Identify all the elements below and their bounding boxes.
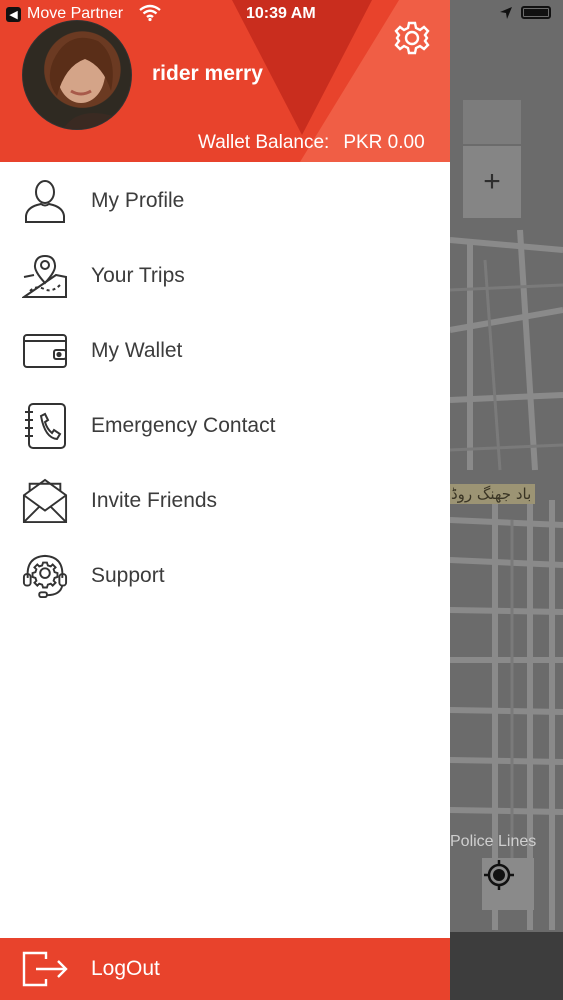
wallet-icon [22,327,68,375]
avatar-photo [49,37,123,129]
map-control-top [463,100,521,144]
zoom-in-button[interactable]: + [463,146,521,218]
place-label: Police Lines [450,833,537,850]
logout-label: LogOut [91,957,160,980]
location-arrow-icon [500,7,512,19]
menu-item-emergency-contact[interactable]: Emergency Contact [0,388,450,463]
wallet-balance: Wallet Balance: PKR 0.00 [198,132,425,154]
menu-item-label: My Wallet [91,338,183,362]
menu-item-support[interactable]: Support [0,538,450,613]
menu-item-label: My Profile [91,188,185,212]
logout-button[interactable]: LogOut [0,938,450,1000]
phone-book-icon [22,402,68,450]
wallet-balance-label: Wallet Balance: [198,132,330,153]
menu-item-invite-friends[interactable]: Invite Friends [0,463,450,538]
side-drawer: rider merry Wallet Balance: PKR 0.00 My P… [0,0,450,1000]
back-arrow-icon: ◀ [6,6,21,22]
menu-item-label: Support [91,563,165,587]
status-bar: ◀ Move Partner 10:39 AM [0,0,563,28]
back-to-app[interactable]: ◀ Move Partner [6,5,123,23]
menu-item-label: Emergency Contact [91,413,276,437]
menu-item-your-trips[interactable]: Your Trips [0,238,450,313]
menu-item-my-wallet[interactable]: My Wallet [0,313,450,388]
map-pin-icon [22,252,68,300]
support-headset-icon [22,552,68,600]
menu-item-my-profile[interactable]: My Profile [0,163,450,238]
profile-icon [22,177,68,225]
avatar[interactable] [22,20,132,130]
back-app-label: Move Partner [27,5,124,22]
crosshair-icon [484,860,514,890]
menu-item-label: Your Trips [91,263,185,287]
envelope-icon [22,477,68,525]
wallet-balance-amount: PKR 0.00 [343,132,425,153]
wifi-icon [139,4,161,22]
drawer-menu: My Profile Your Trips My Wallet Emergenc… [0,163,450,613]
menu-item-label: Invite Friends [91,488,218,512]
locate-me-button[interactable] [482,858,534,910]
user-name: rider merry [152,62,263,85]
map-bottom-bar [450,932,563,1000]
road-label: باد جهنگ روڈ [447,484,536,504]
status-time: 10:39 AM [246,5,316,22]
logout-icon [22,951,68,987]
battery-icon [521,6,551,19]
